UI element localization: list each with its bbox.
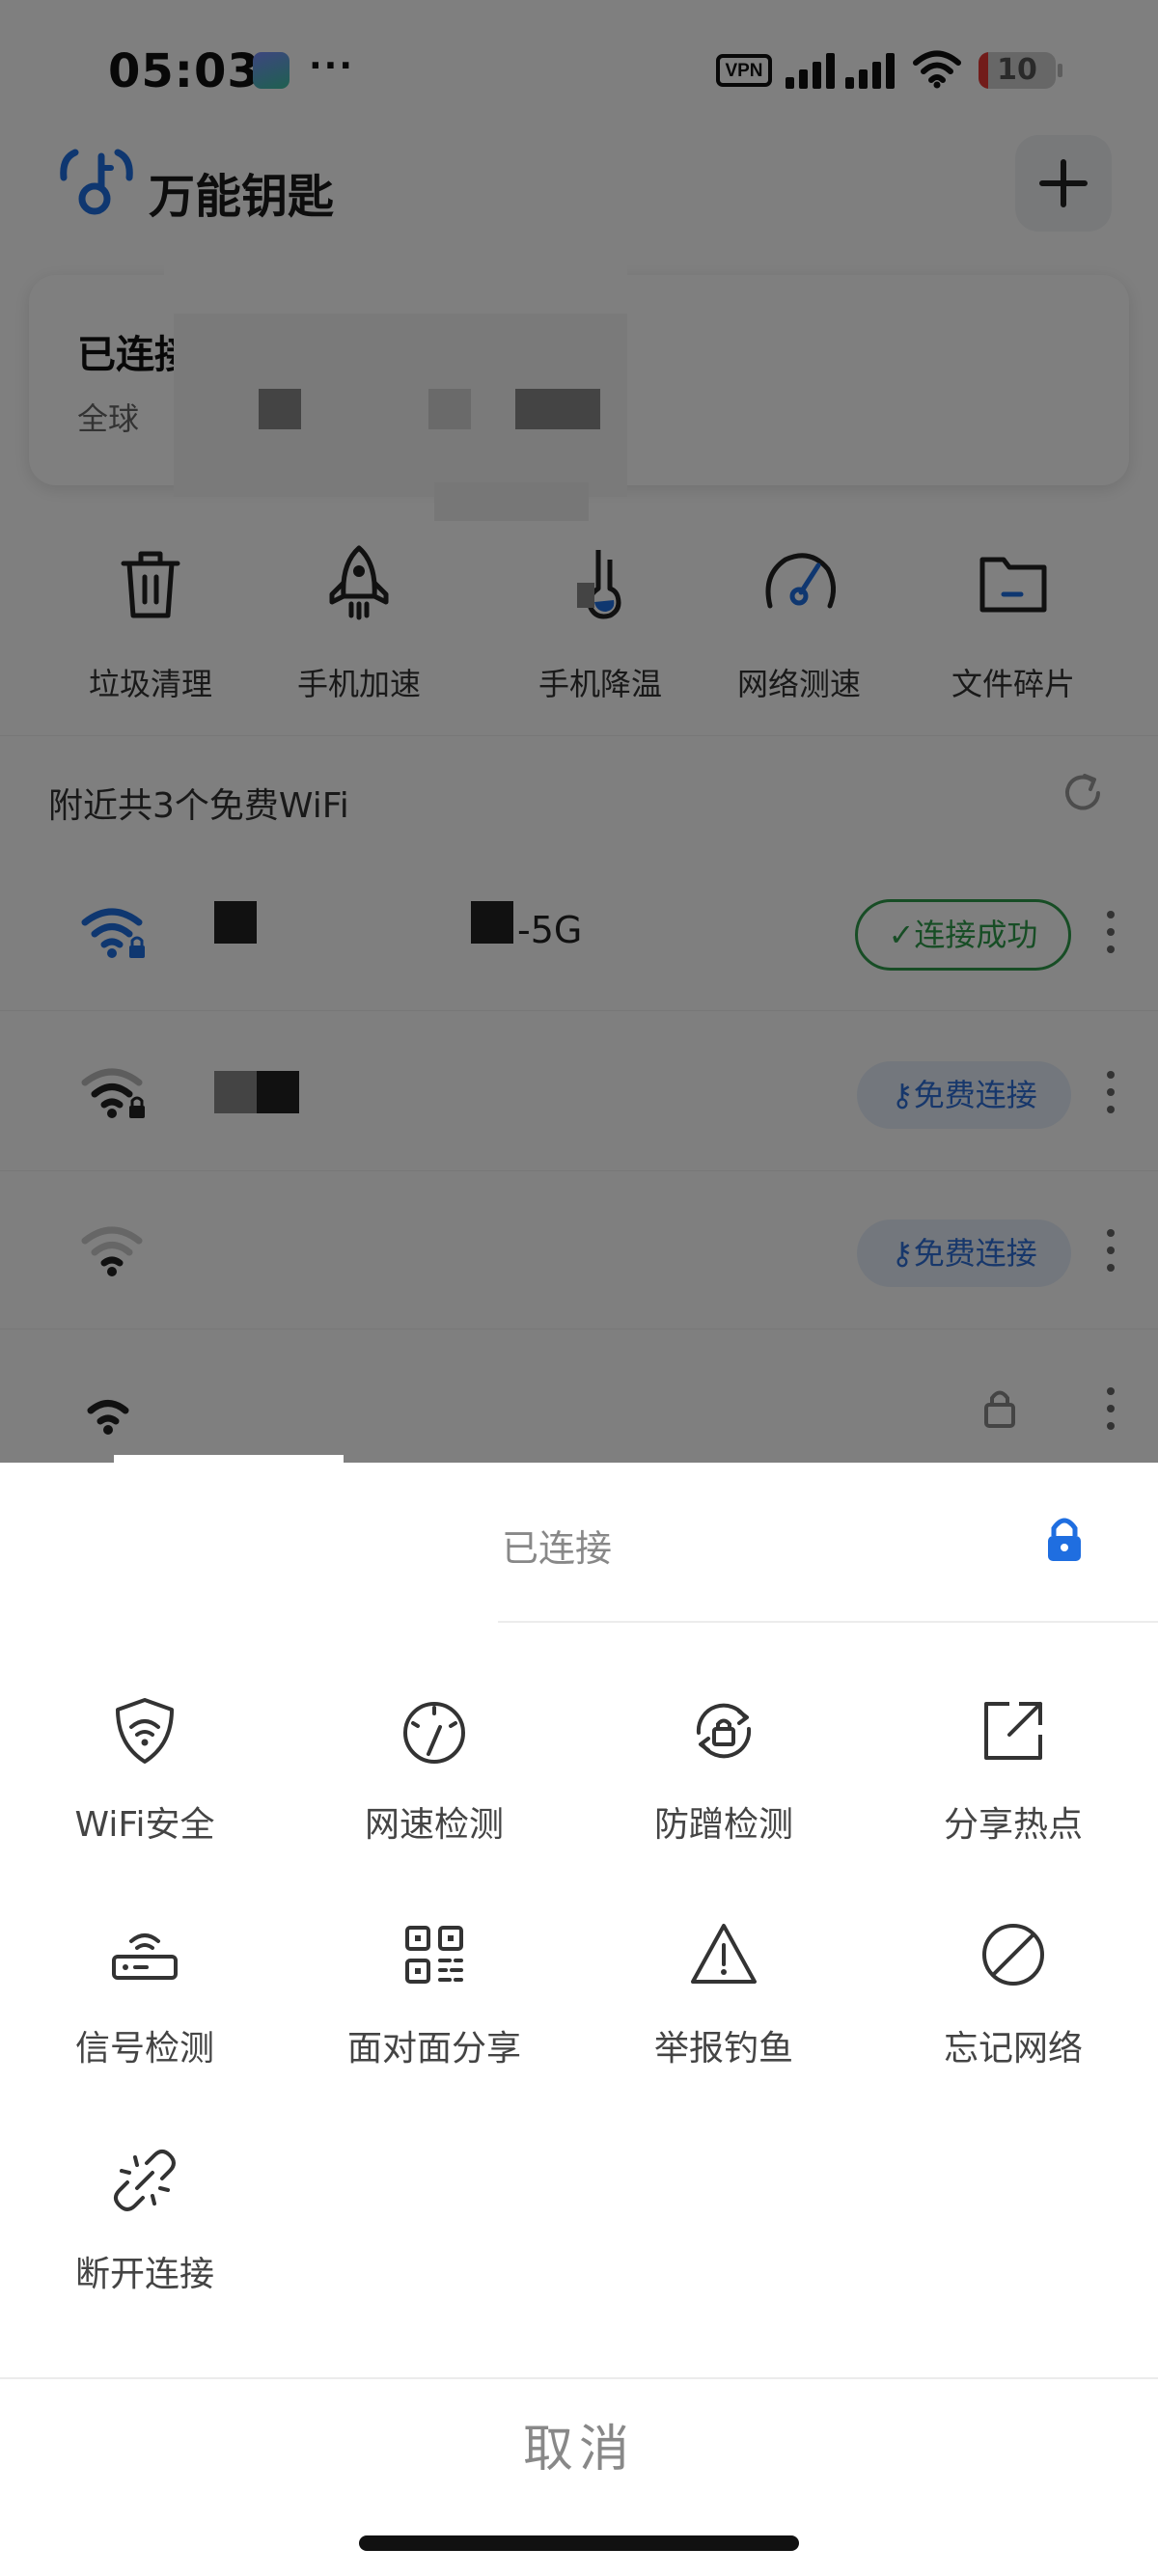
action-label: 防蹭检测 — [653, 1805, 793, 1845]
action-face-share[interactable]: 面对面分享 — [290, 1918, 579, 2092]
unlink-icon — [114, 2150, 176, 2211]
action-label: 分享热点 — [943, 1805, 1083, 1845]
divider — [498, 1621, 1158, 1623]
action-speed-check[interactable]: 网速检测 — [290, 1694, 579, 1868]
action-label: 网速检测 — [364, 1805, 504, 1845]
action-share-hotspot[interactable]: 分享热点 — [868, 1694, 1158, 1868]
action-label: 举报钓鱼 — [653, 2029, 793, 2069]
warning-icon — [691, 1924, 757, 1984]
sheet-header: 已连接 — [0, 1463, 1158, 1621]
action-wifi-security[interactable]: WiFi安全 — [0, 1694, 290, 1868]
action-label: 信号检测 — [74, 2029, 214, 2069]
action-report-phishing[interactable]: 举报钓鱼 — [579, 1918, 868, 2092]
action-label: WiFi安全 — [74, 1805, 215, 1845]
share-icon — [984, 1702, 1042, 1760]
cancel-button[interactable]: 取消 — [0, 2379, 1158, 2520]
action-disconnect[interactable]: 断开连接 — [0, 2144, 290, 2317]
modal-overlay[interactable] — [0, 0, 1158, 1463]
anti-leech-icon — [696, 1703, 752, 1759]
forbidden-icon — [982, 1924, 1044, 1986]
home-indicator[interactable] — [359, 2535, 799, 2551]
action-forget-network[interactable]: 忘记网络 — [868, 1918, 1158, 2092]
shield-wifi-icon — [116, 1698, 174, 1764]
qrcode-icon — [405, 1926, 463, 1984]
action-label: 面对面分享 — [346, 2029, 521, 2069]
router-icon — [112, 1933, 178, 1980]
action-anti-leech[interactable]: 防蹭检测 — [579, 1694, 868, 1868]
action-label: 断开连接 — [74, 2255, 214, 2294]
connection-status: 已连接 — [502, 1527, 613, 1570]
network-action-sheet: 已连接 WiFi安全 网速检测 防蹭检测 分享热点 信号检测 面对面分享 举报钓… — [0, 1455, 1158, 2576]
action-label: 忘记网络 — [943, 2029, 1083, 2069]
gauge-icon — [403, 1702, 465, 1764]
action-signal-check[interactable]: 信号检测 — [0, 1918, 290, 2092]
lock-icon — [1048, 1518, 1081, 1561]
